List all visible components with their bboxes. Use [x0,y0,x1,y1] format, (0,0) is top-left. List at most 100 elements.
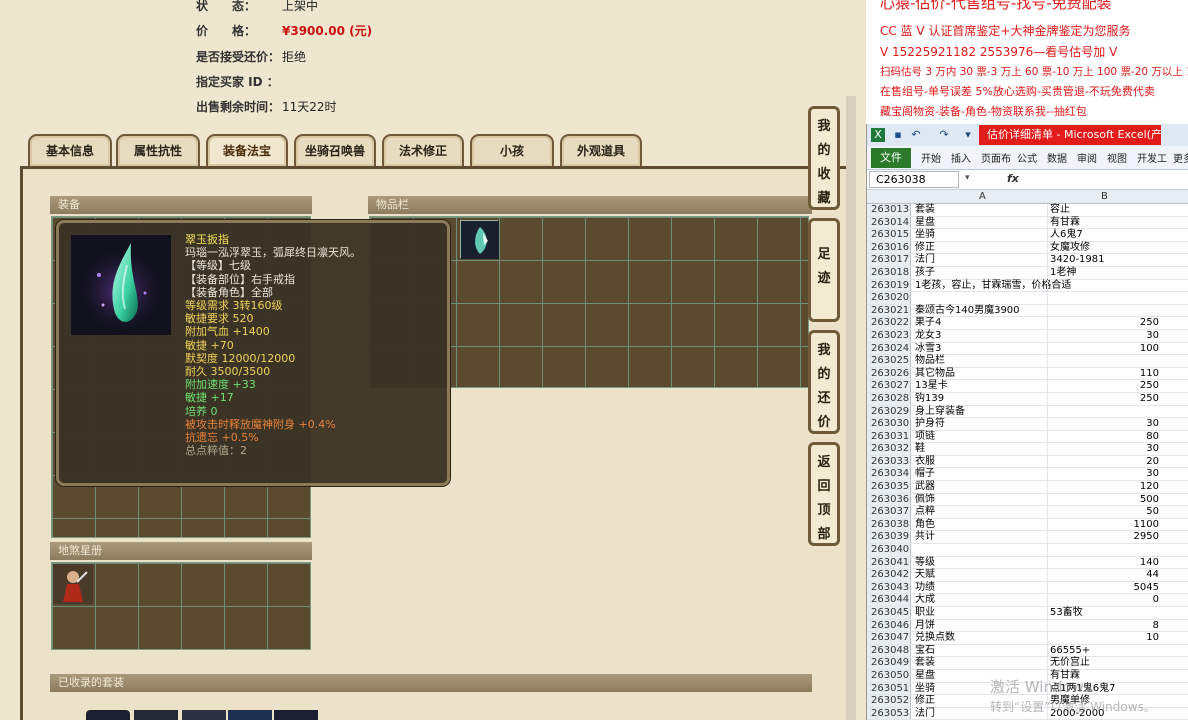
cell-a[interactable]: 宝石 [913,645,1047,658]
row-number[interactable]: 263036 [867,493,911,506]
tab-home[interactable]: 开始 [921,150,941,165]
row-number[interactable]: 263023 [867,329,911,342]
row-number[interactable]: 263052 [867,695,911,707]
cell-b[interactable]: 140 [1047,556,1161,569]
cell-a[interactable]: 功绩 [913,582,1047,595]
row-number[interactable]: 263022 [867,317,911,329]
cell-a[interactable]: 佩饰 [913,494,1047,507]
cell-b[interactable]: 80 [1047,430,1161,443]
cell-a[interactable]: 等级 [913,557,1047,570]
cell-a[interactable]: 果子4 [913,317,1047,330]
cell-b[interactable]: 女魔攻修 [1047,241,1161,254]
cell-a[interactable]: 坐骑 [913,229,1047,242]
row-number[interactable]: 263040 [867,544,911,556]
tab-data[interactable]: 数据 [1047,150,1067,165]
cell-a[interactable]: 星盘 [913,217,1047,230]
row-number[interactable]: 263044 [867,594,911,606]
row-number[interactable]: 263048 [867,644,911,657]
fx-icon[interactable]: fx [1007,172,1019,185]
my-bargain-button[interactable]: 我的还价 [808,330,840,434]
cell-b[interactable]: 3420-1981 [1047,254,1161,266]
cell-a[interactable]: 法门 [913,254,1047,267]
cell-a[interactable]: 月饼 [913,620,1047,633]
column-header-b[interactable]: B [1101,190,1108,204]
cell-b[interactable]: 30 [1047,443,1161,455]
cell-a[interactable]: 孩子 [913,267,1047,280]
tab-equipment[interactable]: 装备法宝 [206,134,288,166]
tab-attributes[interactable]: 属性抗性 [116,134,200,166]
cell-a[interactable]: 修正 [913,242,1047,255]
cell-b[interactable]: 2950 [1047,531,1161,544]
tab-formulas[interactable]: 公式 [1017,150,1037,165]
cell-a[interactable]: 衣服 [913,456,1047,469]
cell-a[interactable]: 大成 [913,594,1047,607]
cell-b[interactable]: 53畜牧 [1047,607,1161,619]
row-number[interactable]: 263035 [867,481,911,493]
row-number[interactable]: 263032 [867,443,911,455]
cell-a[interactable]: 鞋 [913,443,1047,456]
row-number[interactable]: 263033 [867,455,911,468]
my-favorites-button[interactable]: 我的收藏 [808,106,840,210]
row-number[interactable]: 263018 [867,266,911,279]
tab-page-layout[interactable]: 页面布 [981,150,1011,165]
cell-b[interactable]: 30 [1047,468,1161,481]
tab-basic-info[interactable]: 基本信息 [28,134,112,166]
row-number[interactable]: 263027 [867,380,911,392]
row-number[interactable]: 263028 [867,392,911,405]
row-number[interactable]: 263021 [867,304,911,317]
cell-b[interactable] [1047,279,1161,292]
cell-b[interactable]: 100 [1047,342,1161,355]
row-number[interactable]: 263041 [867,556,911,569]
cell-a[interactable]: 角色 [913,519,1047,532]
column-header-a[interactable]: A [979,190,986,204]
tab-developer[interactable]: 开发工 [1137,150,1167,165]
cell-a[interactable]: 套装 [913,657,1047,670]
cell-b[interactable]: 50 [1047,506,1161,518]
tab-review[interactable]: 审阅 [1077,150,1097,165]
cell-b[interactable]: 250 [1047,317,1161,329]
cell-b[interactable]: 110 [1047,367,1161,380]
earth-book-item[interactable] [53,564,93,604]
cell-b[interactable] [1047,355,1161,367]
row-number[interactable]: 263030 [867,418,911,430]
cell-a[interactable]: 秦颂古今140男魔3900 [913,305,1047,318]
row-number[interactable]: 263013 [867,204,911,216]
save-icon[interactable]: ▪ [891,128,905,142]
cell-b[interactable]: 120 [1047,481,1161,493]
row-number[interactable]: 263051 [867,682,911,695]
row-number[interactable]: 263029 [867,405,911,418]
cell-a[interactable]: 13星卡 [913,380,1047,393]
cell-a[interactable]: 点粹 [913,506,1047,519]
cell-b[interactable] [1047,304,1161,317]
cell-b[interactable] [1047,405,1161,418]
cell-a[interactable]: 冰雪3 [913,343,1047,356]
cell-b[interactable]: 30 [1047,329,1161,342]
inventory-item-ring[interactable] [460,220,499,259]
cell-b[interactable]: 500 [1047,493,1161,506]
row-number[interactable]: 263017 [867,254,911,266]
cell-b[interactable]: 250 [1047,392,1161,405]
tab-mounts-pets[interactable]: 坐骑召唤兽 [294,134,376,166]
row-number[interactable]: 263042 [867,569,911,581]
cell-b[interactable]: 容止 [1047,204,1161,216]
row-number[interactable]: 263016 [867,241,911,254]
tab-child[interactable]: 小孩 [470,134,554,166]
tab-spell-modify[interactable]: 法术修正 [382,134,464,166]
cell-a[interactable]: 天赋 [913,569,1047,582]
row-number[interactable]: 263026 [867,367,911,380]
cell-b[interactable]: 250 [1047,380,1161,392]
suit-slot[interactable] [134,710,178,720]
name-box[interactable]: C263038 [869,171,959,188]
row-number[interactable]: 263014 [867,216,911,229]
cell-a[interactable]: 武器 [913,481,1047,494]
row-number[interactable]: 263034 [867,468,911,481]
tab-view[interactable]: 视图 [1107,150,1127,165]
row-number[interactable]: 263025 [867,355,911,367]
cell-a[interactable]: 职业 [913,607,1047,620]
cell-a[interactable]: 帽子 [913,468,1047,481]
cell-b[interactable]: 20 [1047,455,1161,468]
row-number[interactable]: 263043 [867,581,911,594]
cell-b[interactable]: 5045 [1047,581,1161,594]
row-number[interactable]: 263039 [867,531,911,544]
row-number[interactable]: 263047 [867,632,911,644]
